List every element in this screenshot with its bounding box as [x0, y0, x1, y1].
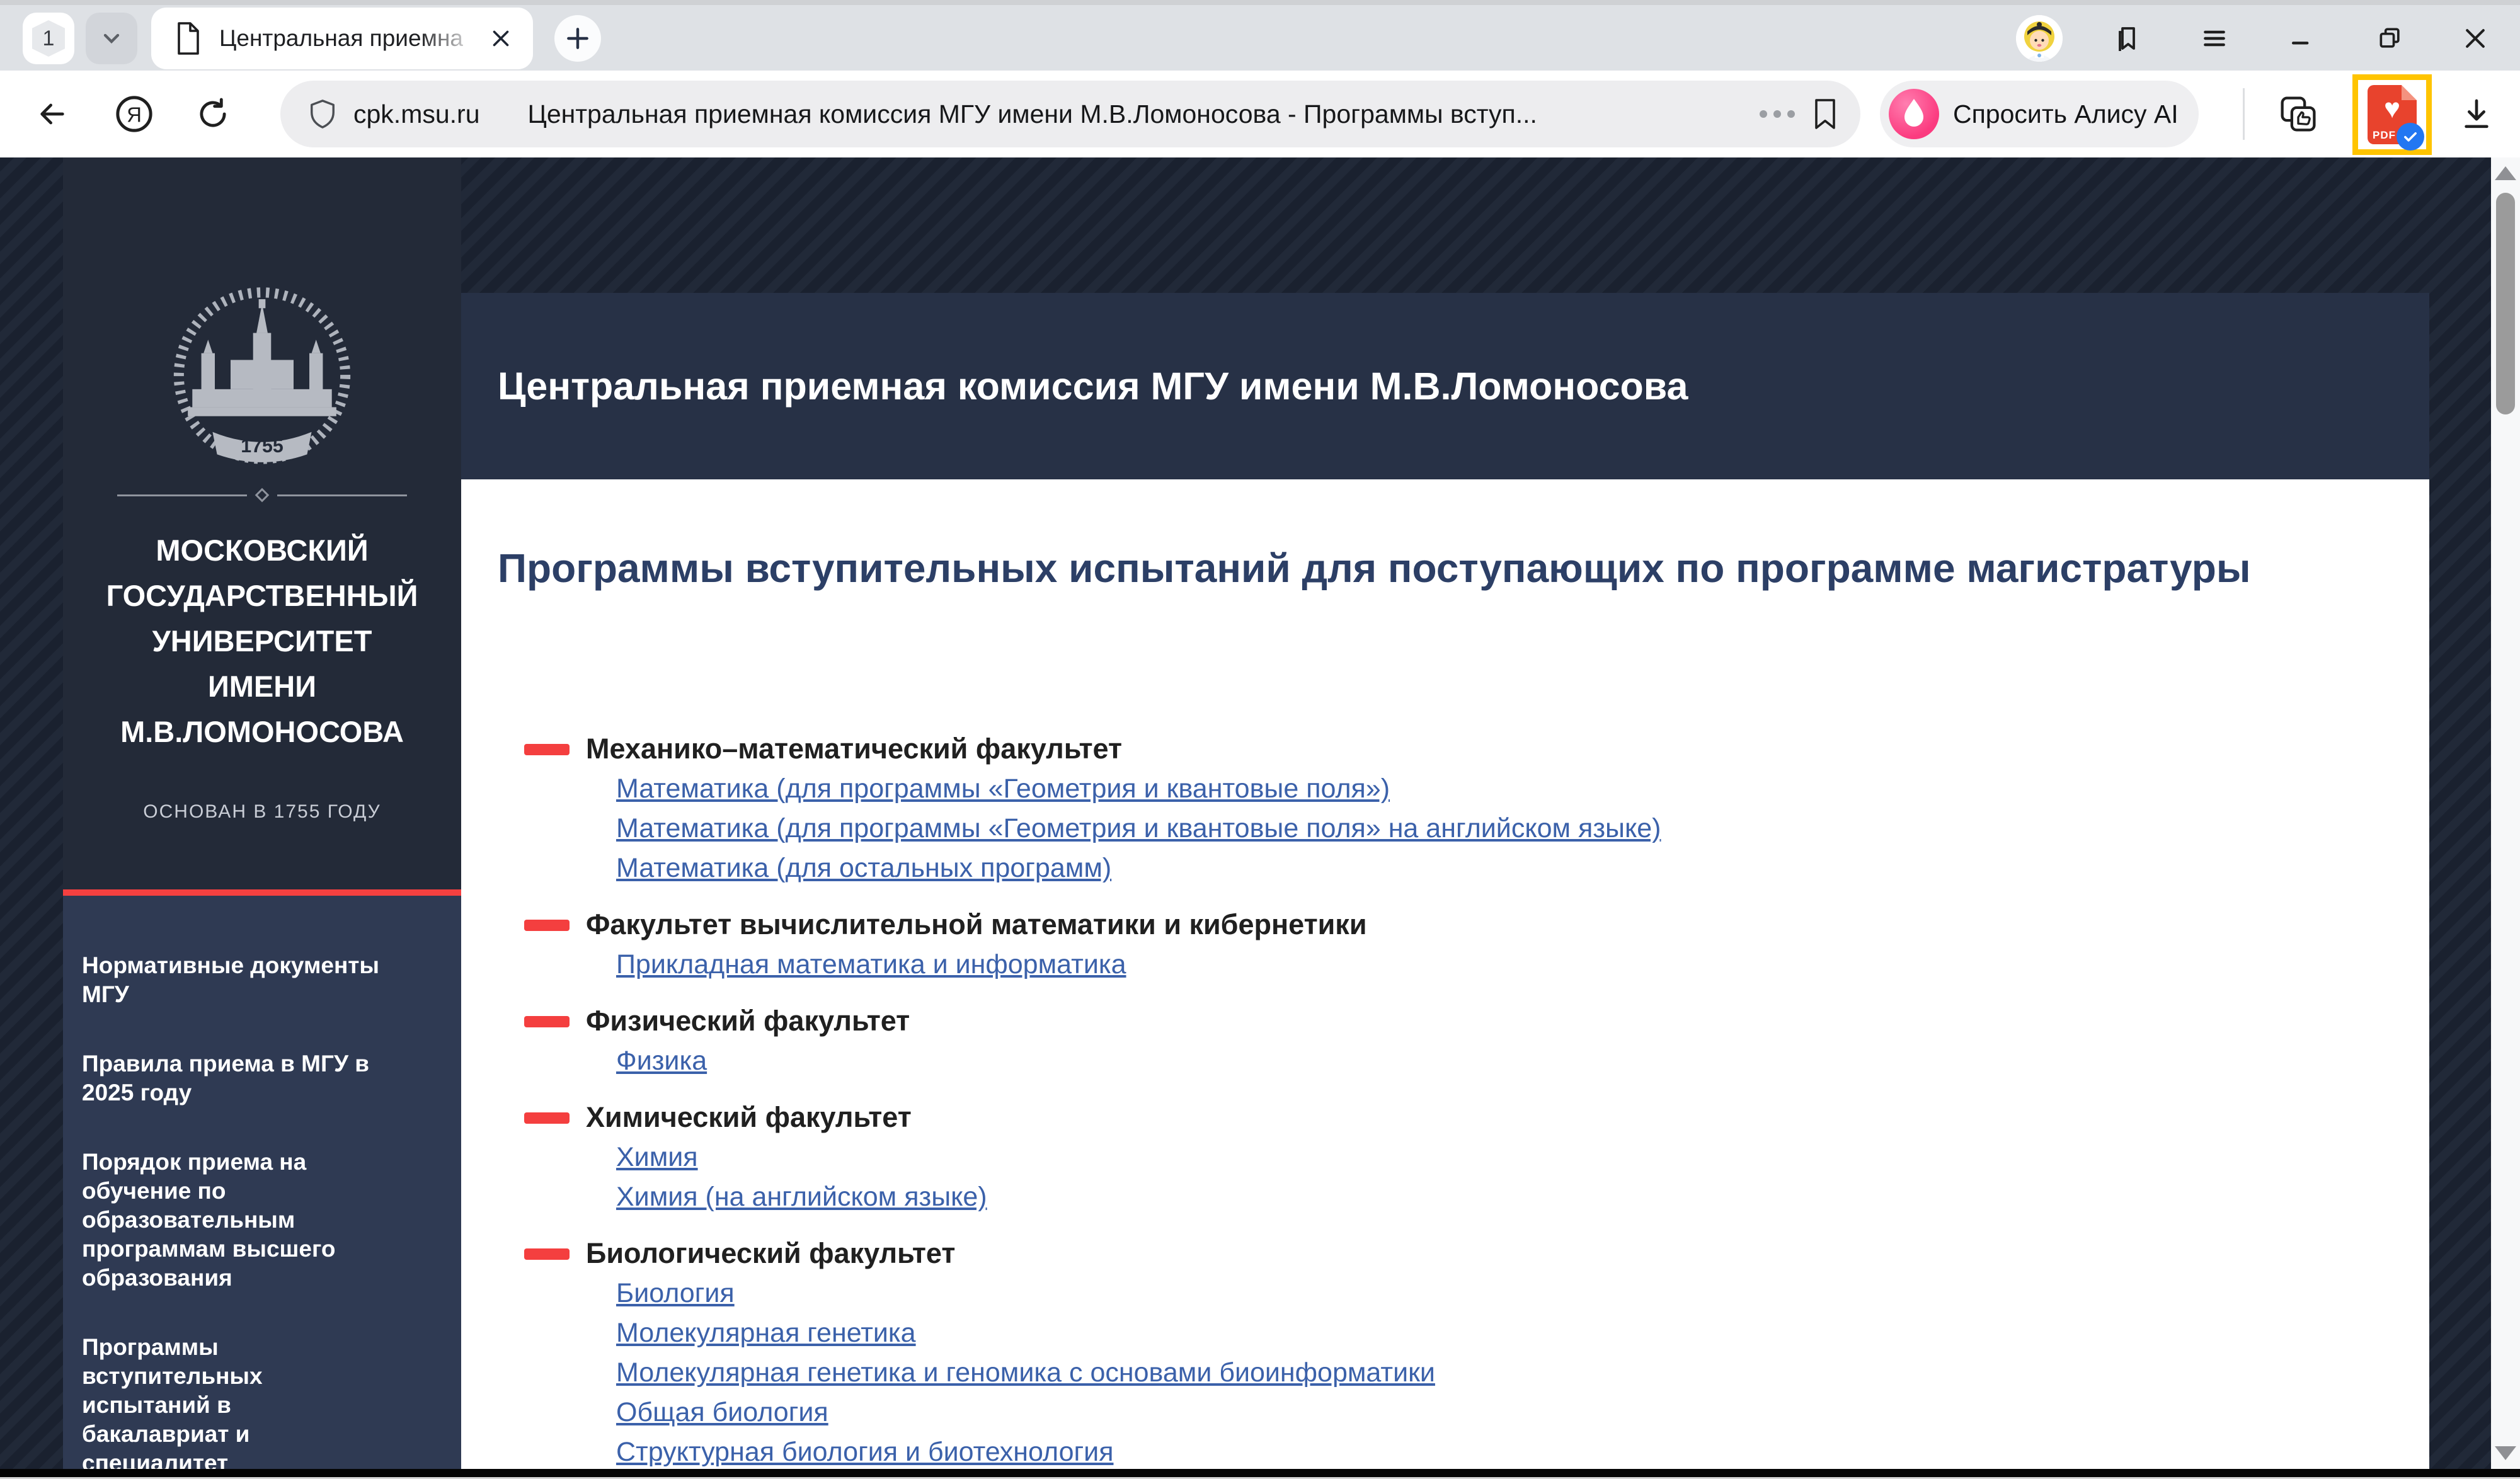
pdf-label: PDF [2373, 129, 2396, 142]
program-link[interactable]: Молекулярная генетика и геномика с основ… [616, 1353, 1435, 1393]
reload-button[interactable] [181, 71, 244, 157]
reactions-extension-button[interactable] [2267, 71, 2330, 157]
bookmarks-panel-button[interactable] [2104, 15, 2151, 62]
program-link[interactable]: Химия (на английском языке) [616, 1177, 987, 1217]
hamburger-icon [2201, 25, 2228, 52]
chevron-down-icon [99, 26, 124, 51]
diamond-icon [255, 488, 270, 503]
program-link[interactable]: Математика (для программы «Геометрия и к… [616, 769, 1390, 809]
pdf-heart-glyph: ♥ [2368, 95, 2417, 123]
faculty-heading: Биологический факультет [498, 1233, 2362, 1274]
page-background: 1755 МОСКОВСКИЙ ГОСУДАРСТВЕННЫЙ УНИВЕРСИ… [0, 157, 2520, 1469]
browser-toolbar: Я cpk.msu.ru Центральная приемная комисс… [0, 71, 2520, 157]
alice-icon [1889, 89, 1939, 139]
red-dash-icon [524, 744, 570, 755]
faculty-heading: Факультет вычислительной математики и ки… [498, 905, 2362, 945]
thumbs-icon [2277, 93, 2319, 135]
faculty-links: Физика [498, 1041, 2362, 1081]
sidebar-nav: Нормативные документы МГУ Правила приема … [63, 896, 461, 1469]
faculty-list: Механико–математический факультетМатемат… [498, 729, 2362, 1469]
scrollbar[interactable] [2491, 157, 2520, 1469]
toolbar-divider [2243, 88, 2245, 140]
tab-list-chevron-button[interactable] [86, 13, 137, 64]
scroll-down-icon[interactable] [2495, 1446, 2516, 1460]
tab-title: Центральная приемна [219, 25, 483, 52]
svg-text:1755: 1755 [241, 436, 284, 457]
ask-alice-button[interactable]: Спросить Алису AI [1880, 81, 2199, 147]
bookmark-icon[interactable] [1811, 98, 1839, 130]
site-header-band: Центральная приемная комиссия МГУ имени … [461, 293, 2429, 479]
pdf-extension-icon: ♥ PDF [2368, 85, 2417, 144]
url-domain: cpk.msu.ru [353, 100, 480, 129]
faculty-heading: Физический факультет [498, 1001, 2362, 1041]
sidebar-nav-item[interactable]: Правила приема в МГУ в 2025 году [82, 1049, 384, 1107]
university-name: МОСКОВСКИЙ ГОСУДАРСТВЕННЫЙ УНИВЕРСИТЕТ И… [86, 528, 438, 755]
address-bar[interactable]: cpk.msu.ru Центральная приемная комиссия… [280, 81, 1860, 147]
tab-close-icon[interactable] [484, 22, 517, 55]
faculty-heading: Химический факультет [498, 1097, 2362, 1138]
program-link[interactable]: Прикладная математика и информатика [616, 945, 1126, 985]
faculty-links: ХимияХимия (на английском языке) [498, 1138, 2362, 1217]
sidebar-divider [117, 490, 407, 500]
yandex-search-button[interactable]: Я [100, 71, 169, 157]
site-title: Центральная приемная комиссия МГУ имени … [498, 364, 1688, 408]
page-title: Программы вступительных испытаний для по… [498, 534, 2325, 603]
menu-button[interactable] [2191, 15, 2238, 62]
program-link[interactable]: Структурная биология и биотехнология [616, 1432, 1113, 1469]
window-bottom-edge [0, 1469, 2520, 1477]
sidebar-nav-item[interactable]: Порядок приема на обучение по образовате… [82, 1148, 384, 1293]
program-link[interactable]: Молекулярная генетика [616, 1313, 916, 1353]
shield-icon[interactable] [308, 98, 337, 130]
faculty-block: Факультет вычислительной математики и ки… [498, 905, 2362, 985]
program-link[interactable]: Общая биология [616, 1393, 828, 1432]
program-link[interactable]: Математика (для остальных программ) [616, 848, 1111, 888]
faculty-block: Биологический факультетБиологияМолекуляр… [498, 1233, 2362, 1469]
faculty-block: Химический факультетХимияХимия (на англи… [498, 1097, 2362, 1217]
sidebar-accent-line [63, 889, 461, 896]
tab-counter-button[interactable]: 1 [23, 13, 74, 64]
scrollbar-thumb[interactable] [2496, 193, 2515, 414]
program-link[interactable]: Биология [616, 1274, 735, 1313]
minimize-button[interactable] [2278, 15, 2325, 62]
scroll-up-icon[interactable] [2495, 166, 2516, 180]
msu-emblem: 1755 [149, 283, 375, 472]
svg-text:Я: Я [127, 103, 142, 126]
ask-alice-label: Спросить Алису AI [1953, 100, 2179, 129]
maximize-button[interactable] [2367, 15, 2414, 62]
browser-tab-active[interactable]: Центральная приемна [151, 8, 533, 69]
founded-caption: ОСНОВАН В 1755 ГОДУ [86, 801, 438, 823]
red-dash-icon [524, 1112, 570, 1124]
tab-bar: 1 Центральная приемна [0, 0, 2520, 71]
window-top-edge [0, 0, 2520, 5]
program-link[interactable]: Математика (для программы «Геометрия и к… [616, 809, 1661, 848]
program-link[interactable]: Химия [616, 1138, 698, 1177]
site-sidebar: 1755 МОСКОВСКИЙ ГОСУДАРСТВЕННЫЙ УНИВЕРСИ… [63, 157, 461, 1469]
document-icon [173, 21, 203, 56]
faculty-links: Прикладная математика и информатика [498, 945, 2362, 985]
check-badge-icon [2397, 123, 2424, 151]
tab-counter-badge: 1 [32, 20, 65, 57]
avatar[interactable] [2016, 15, 2063, 62]
faculty-block: Физический факультетФизика [498, 1001, 2362, 1081]
red-dash-icon [524, 1248, 570, 1260]
red-dash-icon [524, 920, 570, 931]
sidebar-nav-item[interactable]: Программы вступительных испытаний в бака… [82, 1333, 384, 1478]
faculty-links: БиологияМолекулярная генетикаМолекулярна… [498, 1274, 2362, 1469]
faculty-heading: Механико–математический факультет [498, 729, 2362, 769]
faculty-links: Математика (для программы «Геометрия и к… [498, 769, 2362, 888]
red-dash-icon [524, 1016, 570, 1027]
address-page-title: Центральная приемная комиссия МГУ имени … [528, 100, 1537, 129]
faculty-block: Механико–математический факультетМатемат… [498, 729, 2362, 888]
main-content: Программы вступительных испытаний для по… [461, 479, 2429, 1469]
more-options-icon[interactable] [1743, 110, 1811, 118]
new-tab-button[interactable] [554, 15, 601, 62]
pdf-extension-highlight[interactable]: ♥ PDF [2352, 74, 2432, 155]
program-link[interactable]: Физика [616, 1041, 707, 1081]
downloads-button[interactable] [2448, 71, 2505, 157]
sidebar-nav-item[interactable]: Нормативные документы МГУ [82, 951, 384, 1009]
close-window-button[interactable] [2452, 15, 2499, 62]
back-button[interactable] [24, 71, 81, 157]
